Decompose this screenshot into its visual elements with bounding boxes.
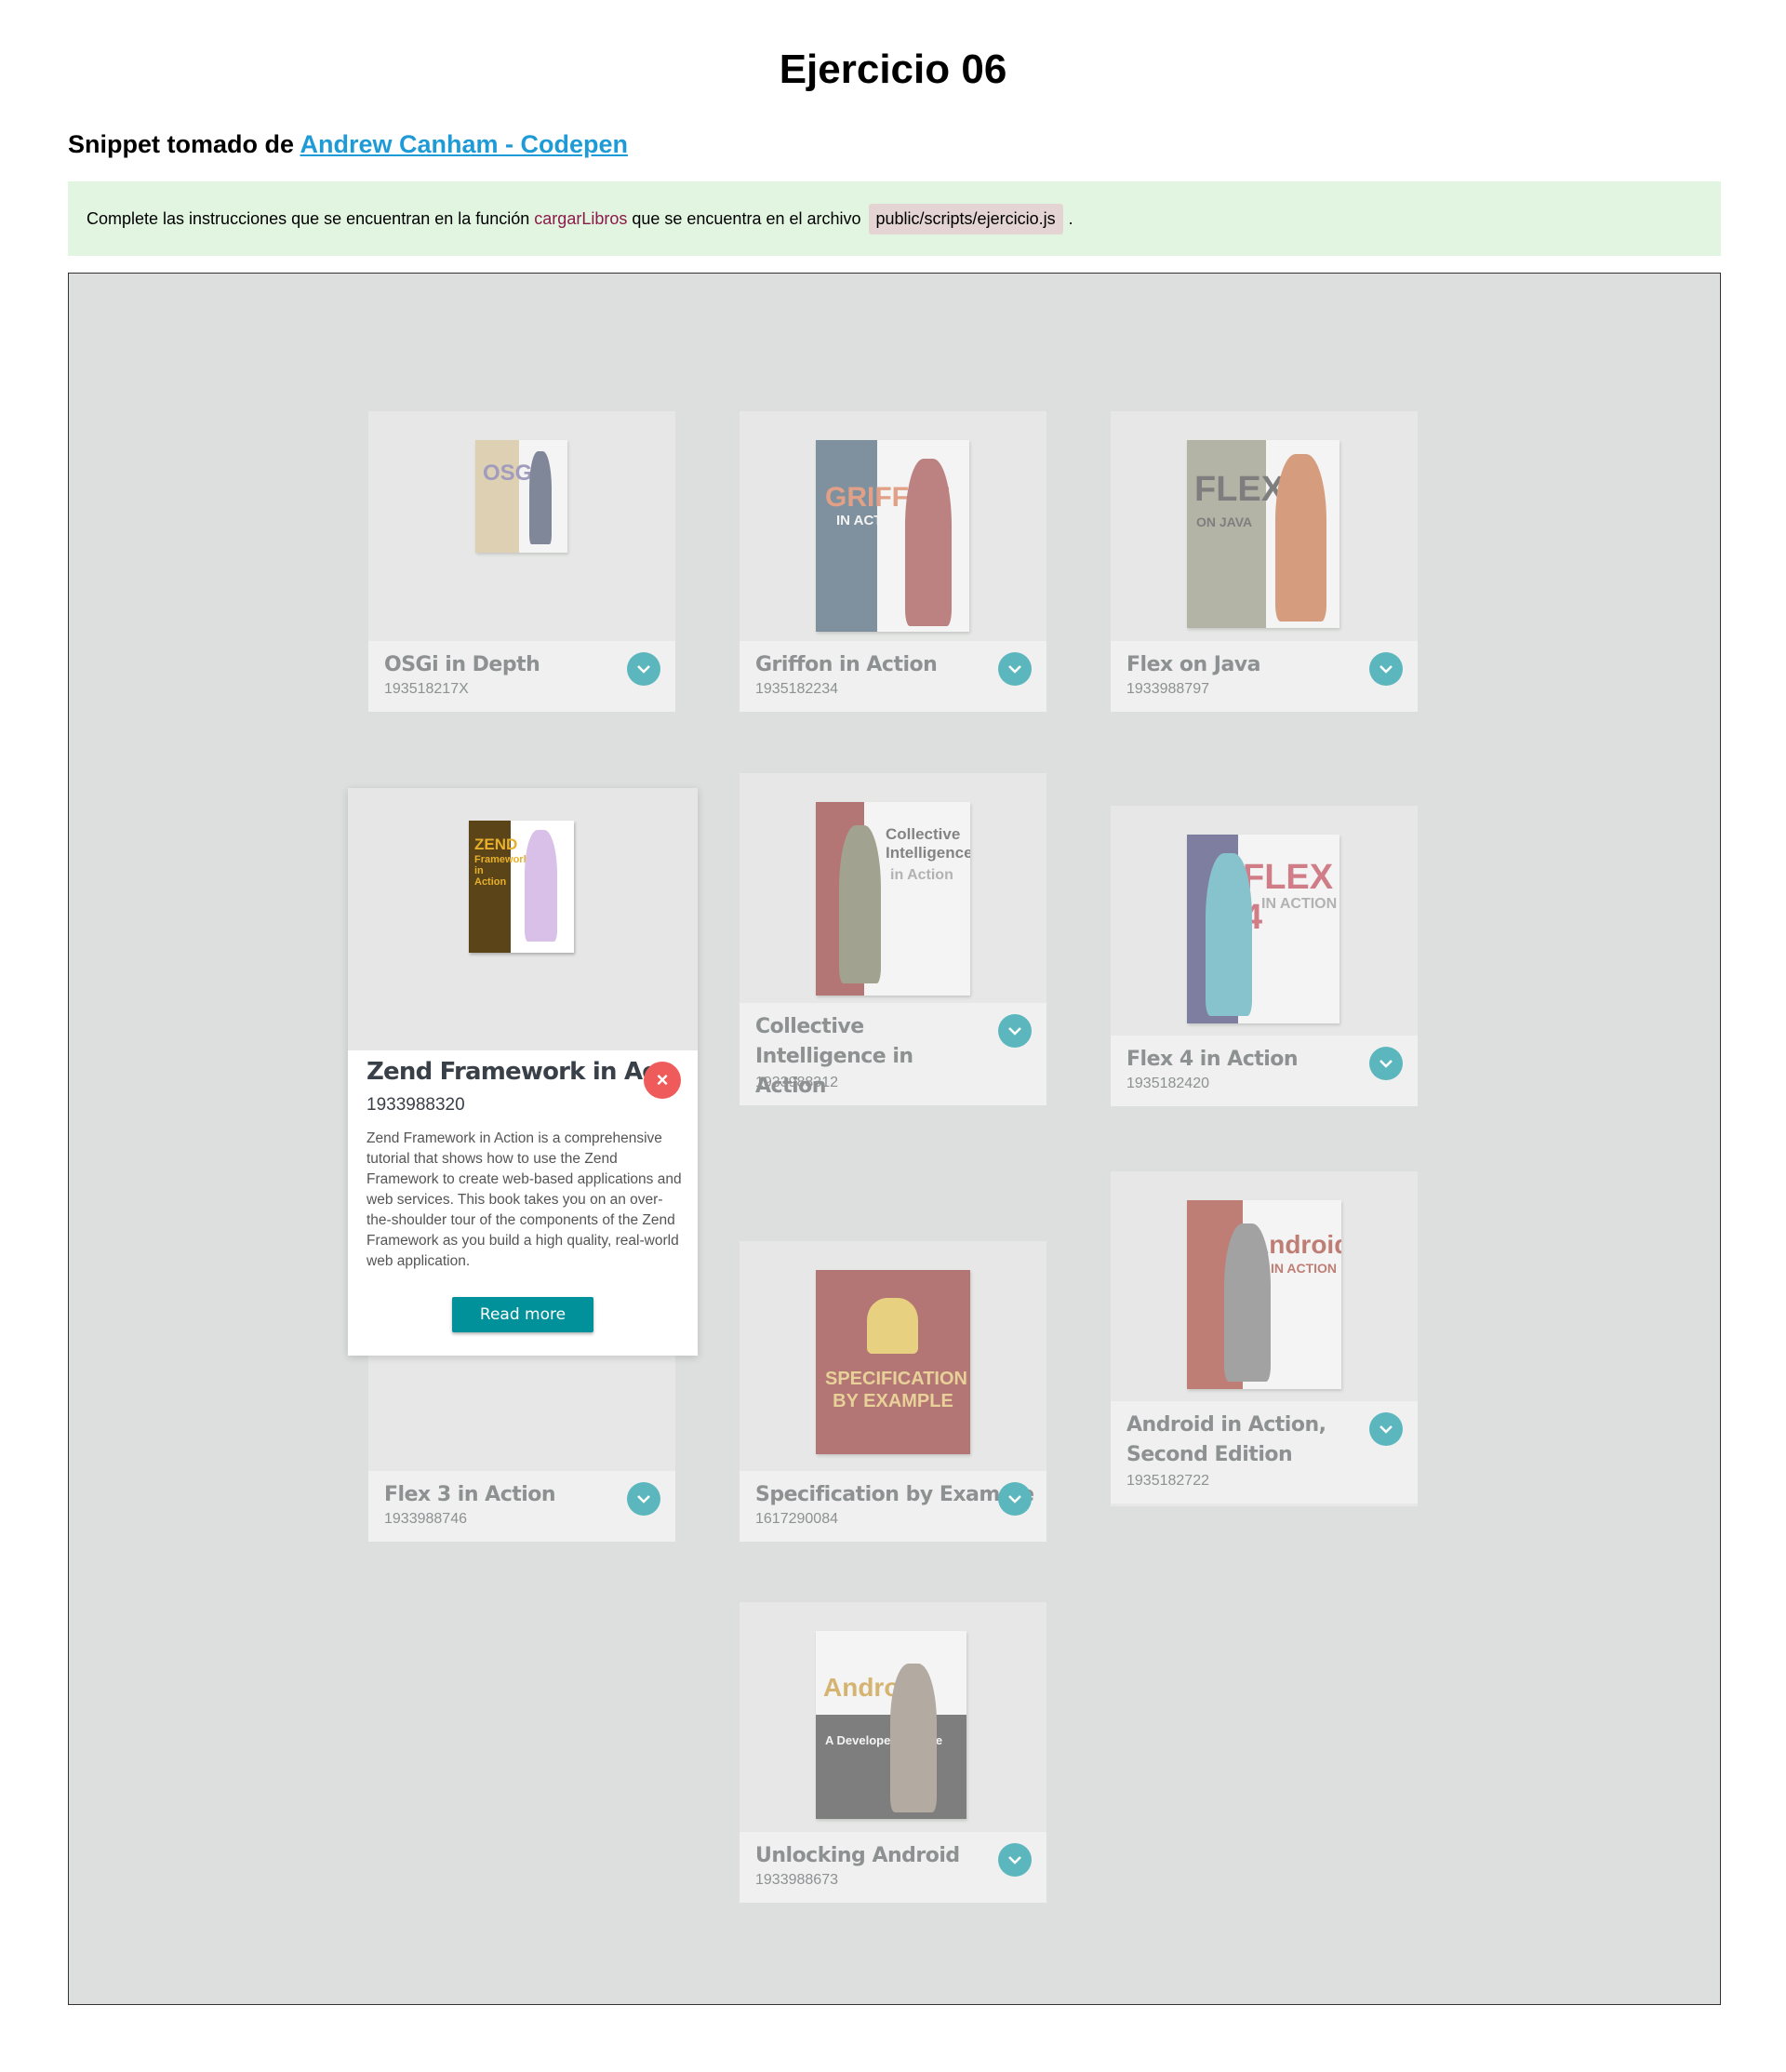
chevron-down-icon[interactable] [998, 1843, 1032, 1877]
book-isbn: 1935182722 [1126, 1473, 1209, 1489]
expanded-book-card: ZEND Framework in Action Zend Framework … [348, 788, 698, 1356]
book-card[interactable]: Android IN ACTION Android in Action, Sec… [1111, 1171, 1418, 1506]
book-card[interactable]: FLEX ON JAVA Flex on Java 1933988797 [1111, 411, 1418, 712]
instructions-notice: Complete las instrucciones que se encuen… [68, 181, 1721, 256]
book-title: Specification by Example [755, 1483, 1034, 1506]
chevron-down-icon[interactable] [1369, 1047, 1403, 1080]
book-card[interactable]: GRIFFON IN ACTION Griffon in Action 1935… [740, 411, 1046, 712]
notice-text-after: . [1068, 208, 1073, 228]
book-isbn: 1933988673 [755, 1872, 838, 1888]
chevron-down-icon[interactable] [627, 1482, 660, 1516]
book-cover: ZEND Framework in Action [469, 821, 574, 953]
subtitle-prefix: Snippet tomado de [68, 130, 294, 158]
chevron-down-icon[interactable] [998, 1482, 1032, 1516]
book-cover: SPECIFICATION BY EXAMPLE [816, 1270, 970, 1454]
book-cover: GRIFFON IN ACTION [816, 440, 969, 632]
book-info: Flex 3 in Action 1933988746 [368, 1471, 675, 1542]
book-cover: Collective Intelligence in Action [816, 802, 970, 996]
book-title: Flex 3 in Action [384, 1483, 556, 1506]
book-info: Griffon in Action 1935182234 [740, 641, 1046, 712]
page-title: Ejercicio 06 [779, 47, 1007, 92]
book-isbn: 193518217X [384, 681, 469, 697]
book-title: OSGi in Depth [384, 653, 540, 676]
book-info: Flex 4 in Action 1935182420 [1111, 1036, 1418, 1106]
book-isbn: 1933988320 [367, 1095, 465, 1115]
book-card[interactable]: Android A Developer's Guide Unlocking An… [740, 1602, 1046, 1903]
book-card[interactable]: OSGi OSGi in Depth 193518217X [368, 411, 675, 712]
book-card[interactable]: Collective Intelligence in Action Collec… [740, 773, 1046, 1105]
subtitle: Snippet tomado de Andrew Canham - Codepe… [68, 130, 628, 159]
book-info: Unlocking Android 1933988673 [740, 1832, 1046, 1903]
books-stage: OSGi OSGi in Depth 193518217X GRIFFON IN… [68, 273, 1721, 2005]
chevron-down-icon[interactable] [1369, 652, 1403, 686]
book-cover: Android IN ACTION [1187, 1200, 1341, 1389]
book-title: Android in Action, Second Edition [1126, 1413, 1326, 1466]
book-title: Zend Framework in Action [367, 1058, 650, 1086]
codepen-link[interactable]: Andrew Canham - Codepen [300, 130, 629, 158]
notice-text-before: Complete las instrucciones que se encuen… [87, 208, 530, 228]
chevron-down-icon[interactable] [1369, 1412, 1403, 1446]
book-title: Flex 4 in Action [1126, 1048, 1299, 1071]
notice-text-middle: que se encuentra en el archivo [632, 208, 861, 228]
book-title: Flex on Java [1126, 653, 1261, 676]
book-isbn: 1617290084 [755, 1511, 838, 1527]
book-isbn: 1935182234 [755, 681, 838, 697]
book-isbn: 1933988746 [384, 1511, 467, 1527]
chevron-down-icon[interactable] [627, 652, 660, 686]
book-detail: Zend Framework in Action 1933988320 Zend… [348, 1050, 698, 1356]
book-info: Specification by Example 1617290084 [740, 1471, 1046, 1542]
book-info: Collective Intelligence in Action 193398… [740, 1003, 1046, 1105]
book-cover: FLEX ON JAVA [1187, 440, 1340, 628]
function-name: cargarLibros [534, 208, 628, 228]
book-description: Zend Framework in Action is a comprehens… [367, 1130, 682, 1269]
book-info: OSGi in Depth 193518217X [368, 641, 675, 712]
book-title: Griffon in Action [755, 653, 938, 676]
book-isbn: 1933988797 [1126, 681, 1209, 697]
book-info: Android in Action, Second Edition 193518… [1111, 1401, 1418, 1504]
close-icon[interactable]: × [644, 1062, 681, 1099]
book-cover: OSGi [475, 440, 567, 553]
book-isbn: 1935182420 [1126, 1076, 1209, 1091]
book-card[interactable]: FLEX 4 IN ACTION Flex 4 in Action 193518… [1111, 806, 1418, 1106]
book-cover: FLEX 4 IN ACTION [1187, 835, 1340, 1023]
chevron-down-icon[interactable] [998, 652, 1032, 686]
book-title: Unlocking Android [755, 1844, 960, 1867]
book-isbn: 1933988312 [755, 1075, 838, 1090]
book-cover: Android A Developer's Guide [816, 1631, 966, 1819]
file-path: public/scripts/ejercicio.js [868, 203, 1063, 234]
book-info: Flex on Java 1933988797 [1111, 641, 1418, 712]
chevron-down-icon[interactable] [998, 1014, 1032, 1048]
read-more-button[interactable]: Read more [452, 1297, 593, 1332]
book-card[interactable]: SPECIFICATION BY EXAMPLE Specification b… [740, 1241, 1046, 1542]
